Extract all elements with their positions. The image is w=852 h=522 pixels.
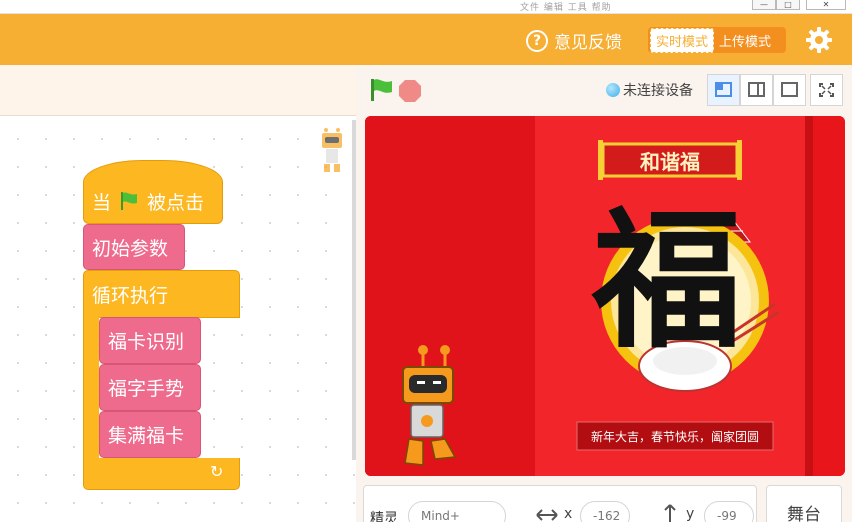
when-flag-clicked-block[interactable]: 当 被点击 — [83, 160, 223, 224]
large-stage-view-button[interactable] — [773, 74, 806, 106]
feedback-label: 意见反馈 — [554, 33, 622, 53]
fu-gesture-block[interactable]: 福字手势 — [99, 364, 201, 411]
forever-loop-block[interactable]: 循环执行 — [83, 270, 240, 318]
feedback-button[interactable]: ? 意见反馈 — [526, 28, 622, 53]
stage-canvas[interactable]: 和谐福 福 新年大吉，春节快乐，阖家团圆 — [365, 116, 845, 476]
mode-upload-tab[interactable]: 上传模式 — [714, 29, 776, 52]
help-circle-icon: ? — [526, 29, 548, 52]
close-window-button[interactable]: ✕ — [806, 0, 846, 10]
gear-icon[interactable] — [805, 26, 833, 54]
vertical-arrow-icon — [664, 504, 676, 522]
window-title-strip: 文件 编辑 工具 帮助 — □ ✕ — [0, 0, 852, 14]
sprite-x-label: x — [564, 506, 573, 522]
hat-when-text: 当 — [92, 191, 112, 214]
mode-realtime-tab[interactable]: 实时模式 — [650, 27, 715, 53]
card-recognition-block[interactable]: 福卡识别 — [99, 317, 201, 364]
sprite-y-label: y — [686, 506, 695, 522]
mode-switch[interactable]: 实时模式 上传模式 — [648, 27, 786, 53]
sprite-y-input[interactable]: -99 — [704, 501, 754, 522]
window-menu-text: 文件 编辑 工具 帮助 — [520, 3, 612, 13]
sprite-thumbnail-robot — [322, 128, 342, 172]
restore-button[interactable]: □ — [776, 0, 800, 10]
green-flag-icon — [121, 192, 138, 210]
stage-banner-title: 和谐福 — [640, 150, 700, 174]
layout-large-stage-icon — [781, 82, 798, 97]
loop-arrow-icon: ↻ — [210, 462, 224, 481]
robot-sprite[interactable] — [395, 341, 467, 471]
fullscreen-button[interactable] — [810, 74, 843, 106]
loop-arm — [83, 317, 99, 459]
stage-big-fu-character: 福 — [591, 193, 742, 369]
sprite-name-input[interactable]: Mind+ — [408, 501, 506, 522]
app-header: ? 意见反馈 实时模式 上传模式 — [0, 14, 852, 65]
sprite-info-panel: 精灵 Mind+ x -162 y -99 — [363, 485, 757, 522]
sprite-x-input[interactable]: -162 — [580, 501, 630, 522]
minimize-button[interactable]: — — [752, 0, 776, 10]
normal-stage-view-button[interactable] — [740, 74, 773, 106]
stage-greeting-text: 新年大吉，春节快乐，阖家团圆 — [590, 430, 759, 444]
green-flag-icon[interactable] — [368, 77, 394, 103]
small-stage-view-button[interactable] — [707, 74, 740, 106]
collect-cards-block[interactable]: 集满福卡 — [99, 411, 201, 458]
device-connection-status[interactable]: 未连接设备 — [606, 80, 693, 100]
init-params-block[interactable]: 初始参数 — [83, 224, 185, 270]
layout-normal-stage-icon — [748, 82, 765, 97]
device-status-text: 未连接设备 — [623, 83, 693, 99]
connection-dot-icon — [606, 83, 620, 97]
stage-tab[interactable]: 舞台 — [766, 485, 842, 522]
fullscreen-icon — [819, 83, 834, 97]
stop-icon[interactable] — [398, 79, 422, 103]
sprite-label: 精灵 — [370, 511, 398, 522]
layout-small-stage-icon — [715, 82, 732, 97]
horizontal-arrows-icon — [536, 509, 558, 521]
hat-clicked-text: 被点击 — [147, 191, 205, 214]
workspace-toolbar — [0, 65, 356, 116]
